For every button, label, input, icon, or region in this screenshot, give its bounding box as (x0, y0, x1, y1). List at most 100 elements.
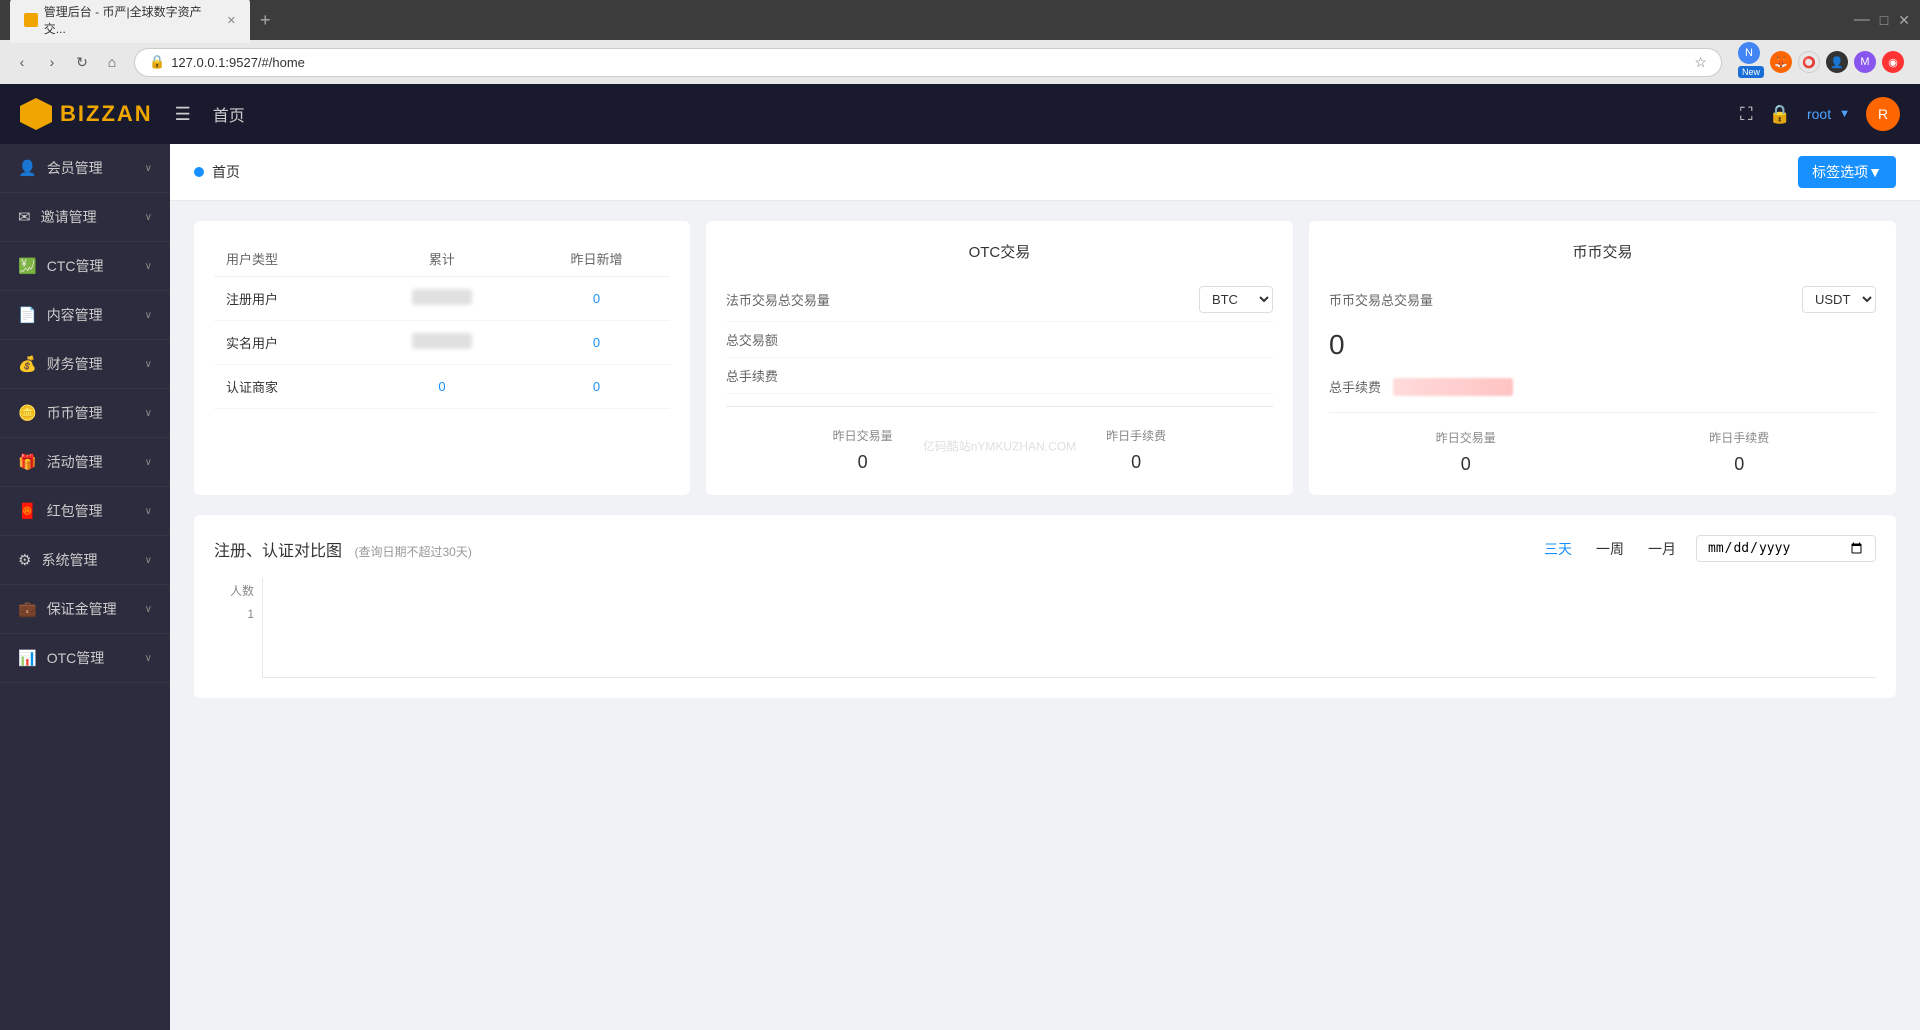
maximize-btn[interactable]: □ (1880, 12, 1888, 28)
bookmark-icon[interactable]: ☆ (1694, 54, 1707, 71)
coin-big-value: 0 (1329, 321, 1876, 369)
active-tab[interactable]: 管理后台 - 币严|全球数字资产交... ✕ (10, 0, 250, 43)
otc-fee-row: 总手续费 (726, 358, 1273, 394)
sidebar-item-invite[interactable]: ✉ 邀请管理 ∨ (0, 193, 170, 242)
user-yesterday-2: 0 (523, 365, 670, 409)
invite-arrow: ∨ (145, 212, 152, 223)
coin-yesterday-volume-value: 0 (1436, 454, 1496, 475)
redpacket-arrow: ∨ (145, 506, 152, 517)
time-btn-month[interactable]: 一月 (1644, 537, 1680, 561)
otc-yesterday-fee-value: 0 (1106, 452, 1166, 473)
sidebar-label-member: 会员管理 (47, 158, 103, 178)
top-navbar: BIZZAN ☰ 首页 ⛶ 🔒 root ▼ R (0, 84, 1920, 144)
sidebar-label-otc: OTC管理 (47, 648, 105, 668)
blurred-val-0 (412, 289, 472, 305)
y-axis-value: 1 (247, 607, 254, 621)
activity-arrow: ∨ (145, 457, 152, 468)
lock-btn[interactable]: 🔒 (1769, 104, 1791, 125)
system-arrow: ∨ (145, 555, 152, 566)
sidebar-item-margin[interactable]: 💼 保证金管理 ∨ (0, 585, 170, 634)
back-btn[interactable]: ‹ (10, 50, 34, 74)
date-range-input[interactable] (1696, 535, 1876, 562)
address-bar[interactable]: 🔒 127.0.0.1:9527/#/home ☆ (134, 48, 1722, 77)
menu-toggle-btn[interactable]: ☰ (169, 98, 197, 131)
ctc-icon: 💹 (18, 257, 37, 275)
chart-controls: 三天 一周 一月 (1540, 535, 1876, 562)
otc-yesterday-fee-col: 昨日手续费 0 (1106, 427, 1166, 473)
close-btn[interactable]: ✕ (1898, 12, 1910, 29)
sidebar-label-margin: 保证金管理 (47, 599, 117, 619)
sidebar-item-redpacket[interactable]: 🧧 红包管理 ∨ (0, 487, 170, 536)
user-avatar[interactable]: R (1866, 97, 1900, 131)
ext-icon-4[interactable]: 👤 (1826, 51, 1848, 73)
chart-title: 注册、认证对比图 (214, 543, 342, 560)
fullscreen-btn[interactable]: ⛶ (1740, 104, 1753, 125)
otc-arrow: ∨ (145, 653, 152, 664)
new-badge-container: N New (1738, 42, 1764, 82)
ext-icon-1[interactable]: N (1738, 42, 1760, 64)
ext-icon-2[interactable]: 🦊 (1770, 51, 1792, 73)
sidebar-label-ctc: CTC管理 (47, 256, 104, 276)
activity-icon: 🎁 (18, 453, 37, 471)
chart-title-group: 注册、认证对比图 (查询日期不超过30天) (214, 537, 472, 561)
user-info[interactable]: root ▼ (1807, 106, 1850, 122)
coin-trading-card: 币币交易 币币交易总交易量 USDT BTC ETH 0 总手续费 (1309, 221, 1896, 495)
ext-icon-6[interactable]: ◉ (1882, 51, 1904, 73)
coin-yesterday-fee-label: 昨日手续费 (1709, 429, 1769, 446)
sidebar-item-system[interactable]: ⚙ 系统管理 ∨ (0, 536, 170, 585)
user-stats-table: 用户类型 累计 昨日新增 注册用户 0 (214, 241, 670, 409)
member-icon: 👤 (18, 159, 37, 177)
breadcrumb-left: 首页 (194, 162, 240, 182)
new-badge: New (1738, 66, 1764, 78)
otc-card: OTC交易 法币交易总交易量 BTC ETH USDT 总交易额 总手续费 (706, 221, 1293, 495)
tag-select-btn[interactable]: 标签选项▼ (1798, 156, 1896, 188)
ext-icon-5[interactable]: M (1854, 51, 1876, 73)
table-row: 注册用户 0 (214, 277, 670, 321)
y-axis-labels: 人数 1 (214, 578, 254, 621)
refresh-btn[interactable]: ↻ (70, 50, 94, 74)
logo-text: BIZZAN (60, 101, 153, 127)
otc-currency-select[interactable]: BTC ETH USDT (1199, 286, 1273, 313)
main-layout: 👤 会员管理 ∨ ✉ 邀请管理 ∨ 💹 CTC管理 ∨ (0, 144, 1920, 1030)
app-wrapper: BIZZAN ☰ 首页 ⛶ 🔒 root ▼ R 👤 会员管理 ∨ (0, 84, 1920, 1030)
time-btn-week[interactable]: 一周 (1592, 537, 1628, 561)
new-tab-btn[interactable]: + (254, 10, 277, 31)
otc-volume-row: 法币交易总交易量 BTC ETH USDT (726, 278, 1273, 322)
sidebar-label-system: 系统管理 (41, 550, 97, 570)
coin-fee-blurred (1393, 378, 1513, 396)
coin-arrow: ∨ (145, 408, 152, 419)
sidebar-item-finance[interactable]: 💰 财务管理 ∨ (0, 340, 170, 389)
browser-chrome: 管理后台 - 币严|全球数字资产交... ✕ + — □ ✕ (0, 0, 1920, 40)
sidebar-item-member[interactable]: 👤 会员管理 ∨ (0, 144, 170, 193)
ext-icon-3[interactable]: ⭕ (1798, 51, 1820, 73)
tab-close-btn[interactable]: ✕ (227, 14, 236, 27)
content-arrow: ∨ (145, 310, 152, 321)
sidebar-item-activity[interactable]: 🎁 活动管理 ∨ (0, 438, 170, 487)
time-btn-3days[interactable]: 三天 (1540, 537, 1576, 561)
minimize-btn[interactable]: — (1854, 11, 1870, 29)
user-yesterday-0: 0 (523, 277, 670, 321)
sidebar-item-otc[interactable]: 📊 OTC管理 ∨ (0, 634, 170, 683)
content-icon: 📄 (18, 306, 37, 324)
sidebar-item-ctc[interactable]: 💹 CTC管理 ∨ (0, 242, 170, 291)
sidebar-item-content[interactable]: 📄 内容管理 ∨ (0, 291, 170, 340)
otc-yesterday-volume-value: 0 (833, 452, 893, 473)
coin-yesterday-volume-label: 昨日交易量 (1436, 429, 1496, 446)
margin-arrow: ∨ (145, 604, 152, 615)
chart-header: 注册、认证对比图 (查询日期不超过30天) 三天 一周 一月 (214, 535, 1876, 562)
lock-icon-addr: 🔒 (149, 54, 165, 70)
coin-currency-select[interactable]: USDT BTC ETH (1802, 286, 1876, 313)
browser-tabs: 管理后台 - 币严|全球数字资产交... ✕ + (10, 0, 1846, 43)
forward-btn[interactable]: › (40, 50, 64, 74)
username-label: root (1807, 106, 1831, 122)
otc-fee-label: 总手续费 (726, 366, 778, 385)
user-stats-card: 用户类型 累计 昨日新增 注册用户 0 (194, 221, 690, 495)
sidebar-item-coin[interactable]: 🪙 币币管理 ∨ (0, 389, 170, 438)
otc-total-row: 总交易额 (726, 322, 1273, 358)
sidebar-label-finance: 财务管理 (47, 354, 103, 374)
extension-icons: N New 🦊 ⭕ 👤 M ◉ (1732, 42, 1910, 82)
coin-icon: 🪙 (18, 404, 37, 422)
tab-favicon (24, 13, 38, 27)
url-text: 127.0.0.1:9527/#/home (171, 55, 305, 70)
home-btn[interactable]: ⌂ (100, 50, 124, 74)
